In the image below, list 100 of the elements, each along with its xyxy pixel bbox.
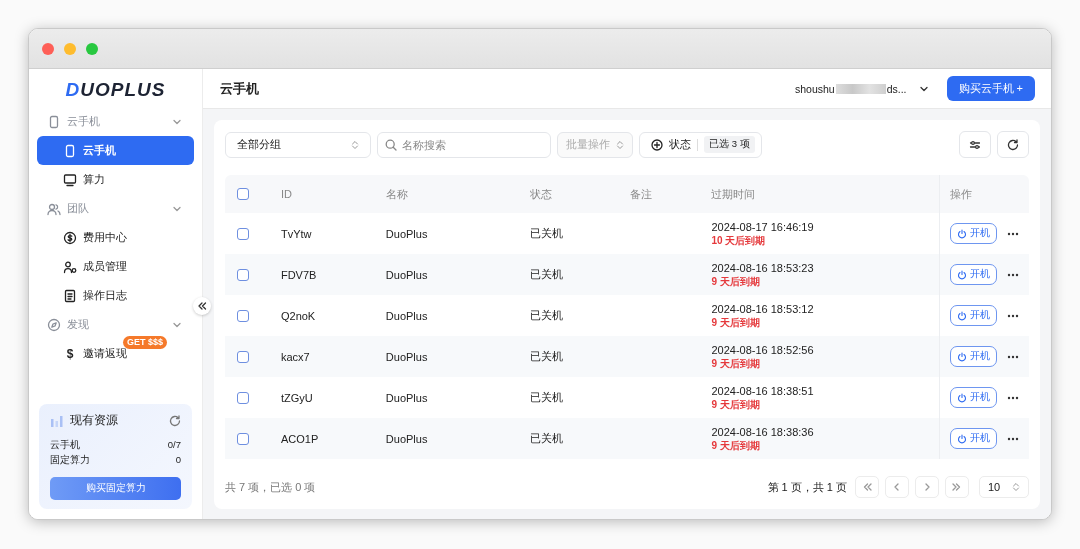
checkbox[interactable] [237,188,249,200]
menu-group[interactable]: 云手机 [37,107,194,136]
power-icon [957,351,968,362]
power-on-button[interactable]: 开机 [950,387,998,408]
plus-circle-icon [651,138,663,151]
bar-chart-icon [50,414,64,427]
zoom-button[interactable] [86,42,98,55]
first-page-button[interactable] [855,476,879,498]
checkbox[interactable] [237,309,249,322]
table-cell: DuoPlus [385,268,428,281]
redacted-text [835,83,886,94]
power-on-button[interactable]: 开机 [950,264,998,285]
table-cell: 已关机 [529,308,563,323]
power-icon [957,392,968,403]
resource-value: 0 [175,453,181,467]
power-icon [957,310,968,321]
sidebar-item[interactable]: 算力 [37,165,194,194]
expiry-time: 2024-08-16 18:52:56 [711,343,814,357]
more-icon[interactable] [1007,436,1020,441]
expiry-time: 2024-08-16 18:38:51 [711,384,814,398]
power-icon [957,228,968,239]
account-menu[interactable]: shoushu ds... [794,82,929,95]
power-on-button[interactable]: 开机 [950,223,998,244]
sidebar-item[interactable]: 费用中心 [37,223,194,252]
resource-label: 固定算力 [50,453,90,467]
sidebar-item[interactable]: $ 邀请返现 GET $$$ [37,339,194,368]
buy-fixed-compute-button[interactable]: 购买固定算力 [50,477,181,500]
table-cell: ACO1P [280,432,319,445]
table-cell: DuoPlus [385,227,428,240]
expiry-time: 2024-08-16 18:53:12 [711,302,814,316]
expiry-countdown: 9 天后到期 [711,315,760,329]
collapse-button[interactable] [193,297,211,315]
people-icon [47,201,61,216]
status-filter[interactable]: 状态 已选 3 项 [639,131,762,158]
table-cell: TvYtw [280,227,312,240]
selection-summary: 共 7 项，已选 0 项 [225,479,316,495]
sort-caret-icon [1012,482,1020,492]
column-header: 过期时间 [711,186,756,202]
group-select[interactable]: 全部分组 [225,131,371,158]
table-cell: FDV7B [280,268,317,281]
table-cell: DuoPlus [385,309,428,322]
coin-icon [63,230,77,245]
sidebar-item[interactable]: 操作日志 [37,281,194,310]
table-cell: Q2noK [280,309,316,322]
power-on-button[interactable]: 开机 [950,305,998,326]
last-page-button[interactable] [945,476,969,498]
phone-icon [63,143,77,158]
sidebar-item[interactable]: 成员管理 [37,252,194,281]
checkbox[interactable] [237,268,249,281]
search-field[interactable]: 名称搜索 [377,131,551,158]
refresh-icon [1007,138,1019,151]
expiry-countdown: 9 天后到期 [711,397,760,411]
logo: DUOPLUS [65,79,166,101]
table-cell: 已关机 [529,267,563,282]
expiry-countdown: 9 天后到期 [711,274,760,288]
person-icon [63,259,77,274]
menu-group[interactable]: 团队 [37,194,194,223]
search-icon [385,138,397,151]
table-cell: kacx7 [280,350,310,363]
more-icon[interactable] [1007,313,1020,318]
checkbox[interactable] [237,432,249,445]
menu-group[interactable]: 发现 [37,310,194,339]
first-page-icon [862,482,872,492]
column-header: 操作 [950,186,973,202]
promo-badge: GET $$$ [123,336,168,349]
table-cell: DuoPlus [385,350,428,363]
power-on-button[interactable]: 开机 [950,346,998,367]
more-icon[interactable] [1007,354,1020,359]
refresh-button[interactable] [997,131,1029,158]
compass-icon [47,317,61,332]
column-header: ID [280,188,292,200]
refresh-icon[interactable] [169,414,181,427]
expiry-countdown: 9 天后到期 [711,356,760,370]
resource-label: 云手机 [50,438,80,452]
page-title: 云手机 [220,79,260,98]
double-chevron-left-icon [197,301,207,311]
close-button[interactable] [42,42,54,55]
column-settings-button[interactable] [959,131,991,158]
sliders-icon [969,138,981,151]
column-header: 状态 [529,186,552,202]
power-icon [957,433,968,444]
dollar-icon: $ [63,346,77,361]
column-header: 名称 [385,186,408,202]
table-cell: 已关机 [529,226,563,241]
power-icon [957,269,968,280]
buy-cloud-phone-button[interactable]: 购买云手机 + [946,76,1035,101]
checkbox[interactable] [237,227,249,240]
checkbox[interactable] [237,350,249,363]
sidebar-item[interactable]: 云手机 [37,136,194,165]
more-icon[interactable] [1007,231,1020,236]
last-page-icon [952,482,962,492]
more-icon[interactable] [1007,272,1020,277]
sort-caret-icon [616,139,624,150]
page-size-select[interactable]: 10 [979,476,1029,498]
power-on-button[interactable]: 开机 [950,428,998,449]
table-cell: tZGyU [280,391,313,404]
monitor-icon [63,172,77,187]
checkbox[interactable] [237,391,249,404]
table-cell: 已关机 [529,349,563,364]
more-icon[interactable] [1007,395,1020,400]
